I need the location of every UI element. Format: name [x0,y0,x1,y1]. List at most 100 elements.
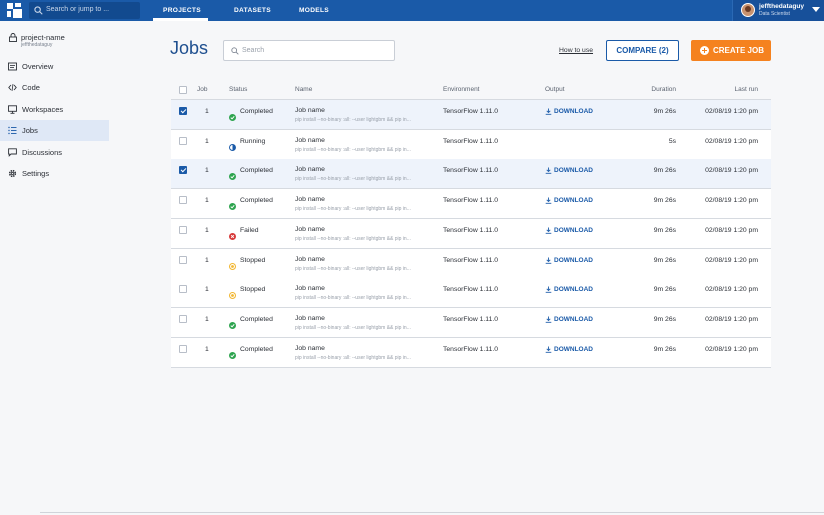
last-run: 02/08/19 1:20 pm [705,315,758,323]
job-name-link[interactable]: Job name [295,137,325,144]
user-name: jeffthedataguy [759,3,805,10]
sidebar-item-code[interactable]: Code [0,77,109,98]
sidebar-item-label: Discussions [22,148,63,157]
create-job-button[interactable]: CREATE JOB [691,40,771,61]
col-environment[interactable]: Environment [443,86,480,93]
sidebar-item-workspaces[interactable]: Workspaces [0,99,109,120]
table-row[interactable]: 1 Failed Job name pip install --no-binary :… [171,218,771,249]
download-label: DOWNLOAD [554,226,593,234]
sidebar-item-overview[interactable]: Overview [0,56,109,77]
status-label: Stopped [240,256,266,264]
row-checkbox[interactable] [179,166,187,175]
row-checkbox[interactable] [179,225,187,234]
duration: 9m 26s [653,197,676,205]
plus-circle-icon [700,46,709,55]
job-command: pip install --no-binary :all: --user lig… [295,354,411,361]
environment: TensorFlow 1.11.0 [443,315,499,323]
row-checkbox[interactable] [179,107,187,115]
table-row[interactable]: 1 Completed Job name pip install --no-binar… [171,337,771,368]
last-run: 02/08/19 1:20 pm [705,286,758,294]
job-number: 1 [205,345,209,353]
global-search-input[interactable]: Search or jump to ... [29,2,140,19]
jobs-search-input[interactable]: Search [223,40,395,61]
job-command: pip install --no-binary :all: --user lig… [295,117,411,123]
compare-button[interactable]: COMPARE (2) [606,40,679,61]
job-command: pip install --no-binary :all: --user lig… [295,146,411,153]
job-number: 1 [205,286,209,294]
download-label: DOWNLOAD [554,167,593,175]
table-row[interactable]: 1 Completed Job name pip install --no-binar… [171,100,771,130]
tab-models[interactable]: MODELS [299,7,329,14]
download-label: DOWNLOAD [554,315,593,323]
active-tab-indicator [153,18,208,21]
status-label: Completed [240,167,273,175]
job-name-link[interactable]: Job name [295,226,325,233]
col-duration[interactable]: Duration [651,86,676,93]
overview-icon [8,62,17,71]
user-role: Data Scientist [759,11,790,17]
sidebar-item-label: Jobs [22,126,38,135]
tab-datasets[interactable]: DATASETS [234,7,271,14]
check-circle-icon [229,316,236,329]
job-command: pip install --no-binary :all: --user lig… [295,324,411,331]
sidebar-item-settings[interactable]: Settings [0,163,109,184]
download-icon [545,346,552,353]
chevron-down-icon[interactable] [812,7,820,12]
app-logo-icon[interactable] [7,3,22,18]
row-checkbox[interactable] [179,136,187,145]
tab-projects[interactable]: PROJECTS [163,7,201,14]
jobs-table: Job Status Name Environment Output Durat… [171,79,771,368]
user-menu[interactable]: jeffthedataguy Data Scientist [732,0,824,21]
duration: 5s [668,137,676,145]
job-name-link[interactable]: Job name [295,196,325,203]
sidebar-item-label: Workspaces [22,105,64,114]
job-name-link[interactable]: Job name [295,315,325,322]
table-row[interactable]: 1 Stopped Job name pip install --no-binary … [171,278,771,309]
last-run: 02/08/19 1:20 pm [705,256,758,264]
sidebar-item-discussions[interactable]: Discussions [0,142,109,163]
col-last-run[interactable]: Last run [735,86,759,93]
sidebar-item-label: Overview [22,62,54,71]
check-circle-icon [229,346,236,359]
last-run: 02/08/19 1:20 pm [705,345,758,353]
job-number: 1 [205,137,209,145]
environment: TensorFlow 1.11.0 [443,167,499,175]
status-label: Completed [240,345,273,353]
project-name[interactable]: project-name [21,33,65,42]
row-checkbox[interactable] [179,314,187,323]
col-status[interactable]: Status [229,86,247,93]
row-checkbox[interactable] [179,285,187,294]
col-name[interactable]: Name [295,86,312,93]
sidebar-item-jobs[interactable]: Jobs [0,120,109,141]
job-name-link[interactable]: Job name [295,166,325,173]
avatar [741,3,755,17]
col-output[interactable]: Output [545,86,565,93]
status-label: Completed [240,315,273,323]
table-row[interactable]: 1 Running Job name pip install --no-binary … [171,129,771,160]
job-name-link[interactable]: Job name [295,345,325,352]
row-checkbox[interactable] [179,344,187,353]
job-name-link[interactable]: Job name [295,256,325,263]
environment: TensorFlow 1.11.0 [443,137,499,145]
table-row[interactable]: 1 Completed Job name pip install --no-binar… [171,189,771,220]
duration: 9m 26s [653,226,676,234]
col-job[interactable]: Job [197,86,207,93]
download-label: DOWNLOAD [554,197,593,205]
jobs-list-icon [8,126,17,135]
download-icon [545,227,552,234]
select-all-checkbox[interactable] [179,86,187,94]
download-label: DOWNLOAD [554,108,593,115]
job-command: pip install --no-binary :all: --user lig… [295,265,411,272]
row-checkbox[interactable] [179,255,187,264]
table-row[interactable]: 1 Completed Job name pip install --no-binar… [171,159,771,190]
job-name-link[interactable]: Job name [295,107,325,114]
row-checkbox[interactable] [179,196,187,205]
how-to-use-link[interactable]: How to use [559,47,593,54]
table-row[interactable]: 1 Stopped Job name pip install --no-binary … [171,248,771,279]
duration: 9m 26s [653,167,676,175]
table-row[interactable]: 1 Completed Job name pip install --no-binar… [171,307,771,338]
job-name-link[interactable]: Job name [295,285,325,292]
page-title: Jobs [170,38,209,58]
job-number: 1 [205,108,209,115]
job-command: pip install --no-binary :all: --user lig… [295,176,411,183]
